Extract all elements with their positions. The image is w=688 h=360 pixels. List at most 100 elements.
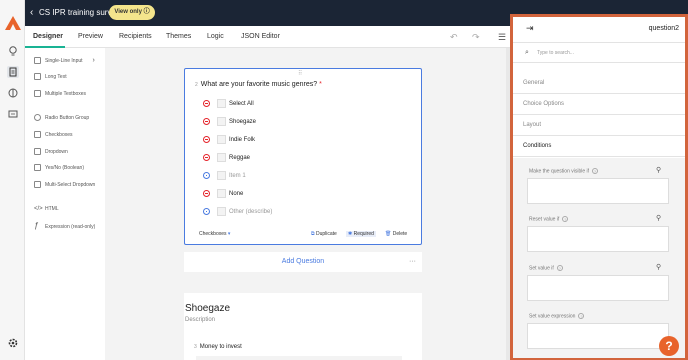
- add-choice-icon[interactable]: [203, 171, 210, 179]
- duplicate-label: Duplicate: [315, 231, 337, 237]
- conditions-body: Make the question visible if? ⚲ Reset va…: [513, 158, 685, 358]
- question-title[interactable]: 2 What are your favorite music genres? *: [195, 81, 322, 88]
- choice-label[interactable]: Reggae: [229, 155, 250, 161]
- condition-label-text: Make the question visible if: [529, 168, 590, 175]
- remove-choice-icon[interactable]: [203, 189, 210, 197]
- tab-recipients[interactable]: Recipients: [119, 33, 152, 40]
- choice-item[interactable]: None: [203, 188, 243, 200]
- toolbox-item[interactable]: Checkboxes: [34, 131, 73, 141]
- choice-label[interactable]: Item 1: [229, 173, 246, 179]
- section-question[interactable]: 3 Money to invest: [194, 344, 242, 350]
- choice-checkbox: [217, 206, 226, 216]
- set-value-if-input[interactable]: [527, 275, 669, 301]
- section-layout[interactable]: Layout: [513, 115, 685, 136]
- survey-editor-icon[interactable]: [7, 66, 19, 78]
- choice-label[interactable]: Shoegaze: [229, 119, 256, 125]
- tab-logic[interactable]: Logic: [207, 33, 224, 40]
- choice-label[interactable]: Indie Folk: [229, 137, 255, 143]
- set-value-expression-input[interactable]: [527, 323, 669, 349]
- toolbox-item[interactable]: </> HTML: [34, 205, 59, 215]
- boolean-icon: [34, 164, 41, 172]
- choice-item[interactable]: Indie Folk: [203, 134, 255, 146]
- magic-wand-icon[interactable]: ⚲: [656, 263, 661, 271]
- panel-header: ⇥ question2: [513, 17, 685, 43]
- designer-tabs: Designer Preview Recipients Themes Logic…: [25, 26, 510, 48]
- choice-label[interactable]: None: [229, 191, 243, 197]
- view-only-badge[interactable]: View only ⓘ: [109, 5, 155, 20]
- required-toggle[interactable]: ✱ Required: [346, 231, 376, 237]
- html-code-icon: </>: [34, 206, 43, 212]
- toolbox-item[interactable]: Multi-Select Dropdown: [34, 181, 95, 191]
- trash-icon: 🗑: [385, 231, 392, 237]
- visible-if-input[interactable]: [527, 178, 669, 204]
- help-circle-icon[interactable]: ?: [592, 168, 599, 174]
- add-question-button[interactable]: Add Question ···: [184, 252, 422, 272]
- multiple-textboxes-icon: [34, 90, 41, 98]
- question-type-dropdown[interactable]: Checkboxes ▾: [199, 231, 230, 237]
- responses-icon[interactable]: [7, 108, 19, 120]
- page-section[interactable]: Shoegaze Description 3 Money to invest: [184, 293, 422, 360]
- choice-item[interactable]: Select All: [203, 98, 254, 110]
- toolbox-item[interactable]: Long Text: [34, 73, 67, 83]
- duplicate-button[interactable]: ⧉ Duplicate: [311, 231, 337, 237]
- more-options-icon[interactable]: ···: [409, 252, 416, 272]
- section-general[interactable]: General: [513, 73, 685, 94]
- remove-choice-icon[interactable]: [203, 117, 210, 125]
- toolbox-item-label: Multiple Textboxes: [45, 91, 87, 97]
- help-circle-icon[interactable]: ?: [578, 313, 585, 319]
- help-circle-icon[interactable]: ?: [556, 265, 563, 271]
- remove-choice-icon[interactable]: [203, 99, 210, 107]
- redo-icon[interactable]: ↷: [472, 32, 480, 43]
- condition-label: Make the question visible if?: [529, 168, 599, 175]
- toolbox-item[interactable]: Radio Button Group: [34, 114, 89, 124]
- back-chevron-icon[interactable]: ‹: [30, 7, 33, 18]
- undo-icon[interactable]: ↶: [450, 32, 458, 43]
- app-root: ‹ CS IPR training survey View only ⓘ Des…: [0, 0, 688, 360]
- survey-title: CS IPR training survey: [39, 8, 120, 17]
- toolbox-item[interactable]: Single-Line Input ›: [34, 57, 95, 67]
- add-question-label: Add Question: [281, 258, 325, 265]
- choice-item[interactable]: Other (describe): [203, 206, 272, 218]
- tab-designer[interactable]: Designer: [33, 33, 63, 40]
- choice-label[interactable]: Select All: [229, 101, 254, 107]
- section-conditions[interactable]: Conditions: [513, 136, 685, 157]
- question-number: 3: [194, 344, 197, 350]
- toolbox-item[interactable]: Dropdown: [34, 148, 68, 158]
- app-logo-icon[interactable]: [5, 16, 21, 30]
- lightbulb-icon[interactable]: [7, 45, 19, 57]
- section-title[interactable]: Shoegaze: [185, 303, 230, 314]
- question-card[interactable]: ⠿ 2 What are your favorite music genres? …: [184, 68, 422, 245]
- delete-button[interactable]: 🗑 Delete: [385, 231, 407, 237]
- section-description[interactable]: Description: [185, 317, 215, 323]
- magic-wand-icon[interactable]: ⚲: [656, 166, 661, 174]
- toolbox-item[interactable]: Multiple Textboxes: [34, 90, 86, 100]
- tab-preview[interactable]: Preview: [78, 33, 103, 40]
- choice-label[interactable]: Other (describe): [229, 209, 272, 215]
- settings-gear-icon[interactable]: [7, 337, 19, 349]
- panel-search[interactable]: ⌕ Type to search...: [513, 43, 685, 63]
- section-question-title: Money to invest: [199, 344, 242, 350]
- reset-value-if-input[interactable]: [527, 226, 669, 252]
- choice-checkbox: [217, 134, 226, 144]
- collapse-panel-icon[interactable]: ⇥: [526, 23, 534, 34]
- toolbox-item[interactable]: Yes/No (Boolean): [34, 164, 84, 174]
- section-choice-options[interactable]: Choice Options: [513, 94, 685, 115]
- add-choice-icon[interactable]: [203, 207, 210, 215]
- help-button[interactable]: ?: [659, 336, 679, 356]
- remove-choice-icon[interactable]: [203, 135, 210, 143]
- tab-themes[interactable]: Themes: [166, 33, 191, 40]
- choice-item[interactable]: Item 1: [203, 170, 246, 182]
- magic-wand-icon[interactable]: ⚲: [656, 214, 661, 222]
- remove-choice-icon[interactable]: [203, 153, 210, 161]
- analytics-icon[interactable]: [7, 87, 19, 99]
- settings-sliders-icon[interactable]: ☰: [498, 32, 506, 43]
- drag-handle-icon[interactable]: ⠿: [298, 70, 302, 77]
- question-title-text: What are your favorite music genres?: [200, 81, 318, 88]
- toolbox-item[interactable]: ƒ Expression (read-only): [34, 222, 95, 232]
- choice-checkbox: [217, 98, 226, 108]
- choice-item[interactable]: Shoegaze: [203, 116, 256, 128]
- tab-json-editor[interactable]: JSON Editor: [241, 33, 280, 40]
- help-circle-icon[interactable]: ?: [562, 216, 569, 222]
- choice-item[interactable]: Reggae: [203, 152, 250, 164]
- search-input[interactable]: Type to search...: [537, 50, 574, 56]
